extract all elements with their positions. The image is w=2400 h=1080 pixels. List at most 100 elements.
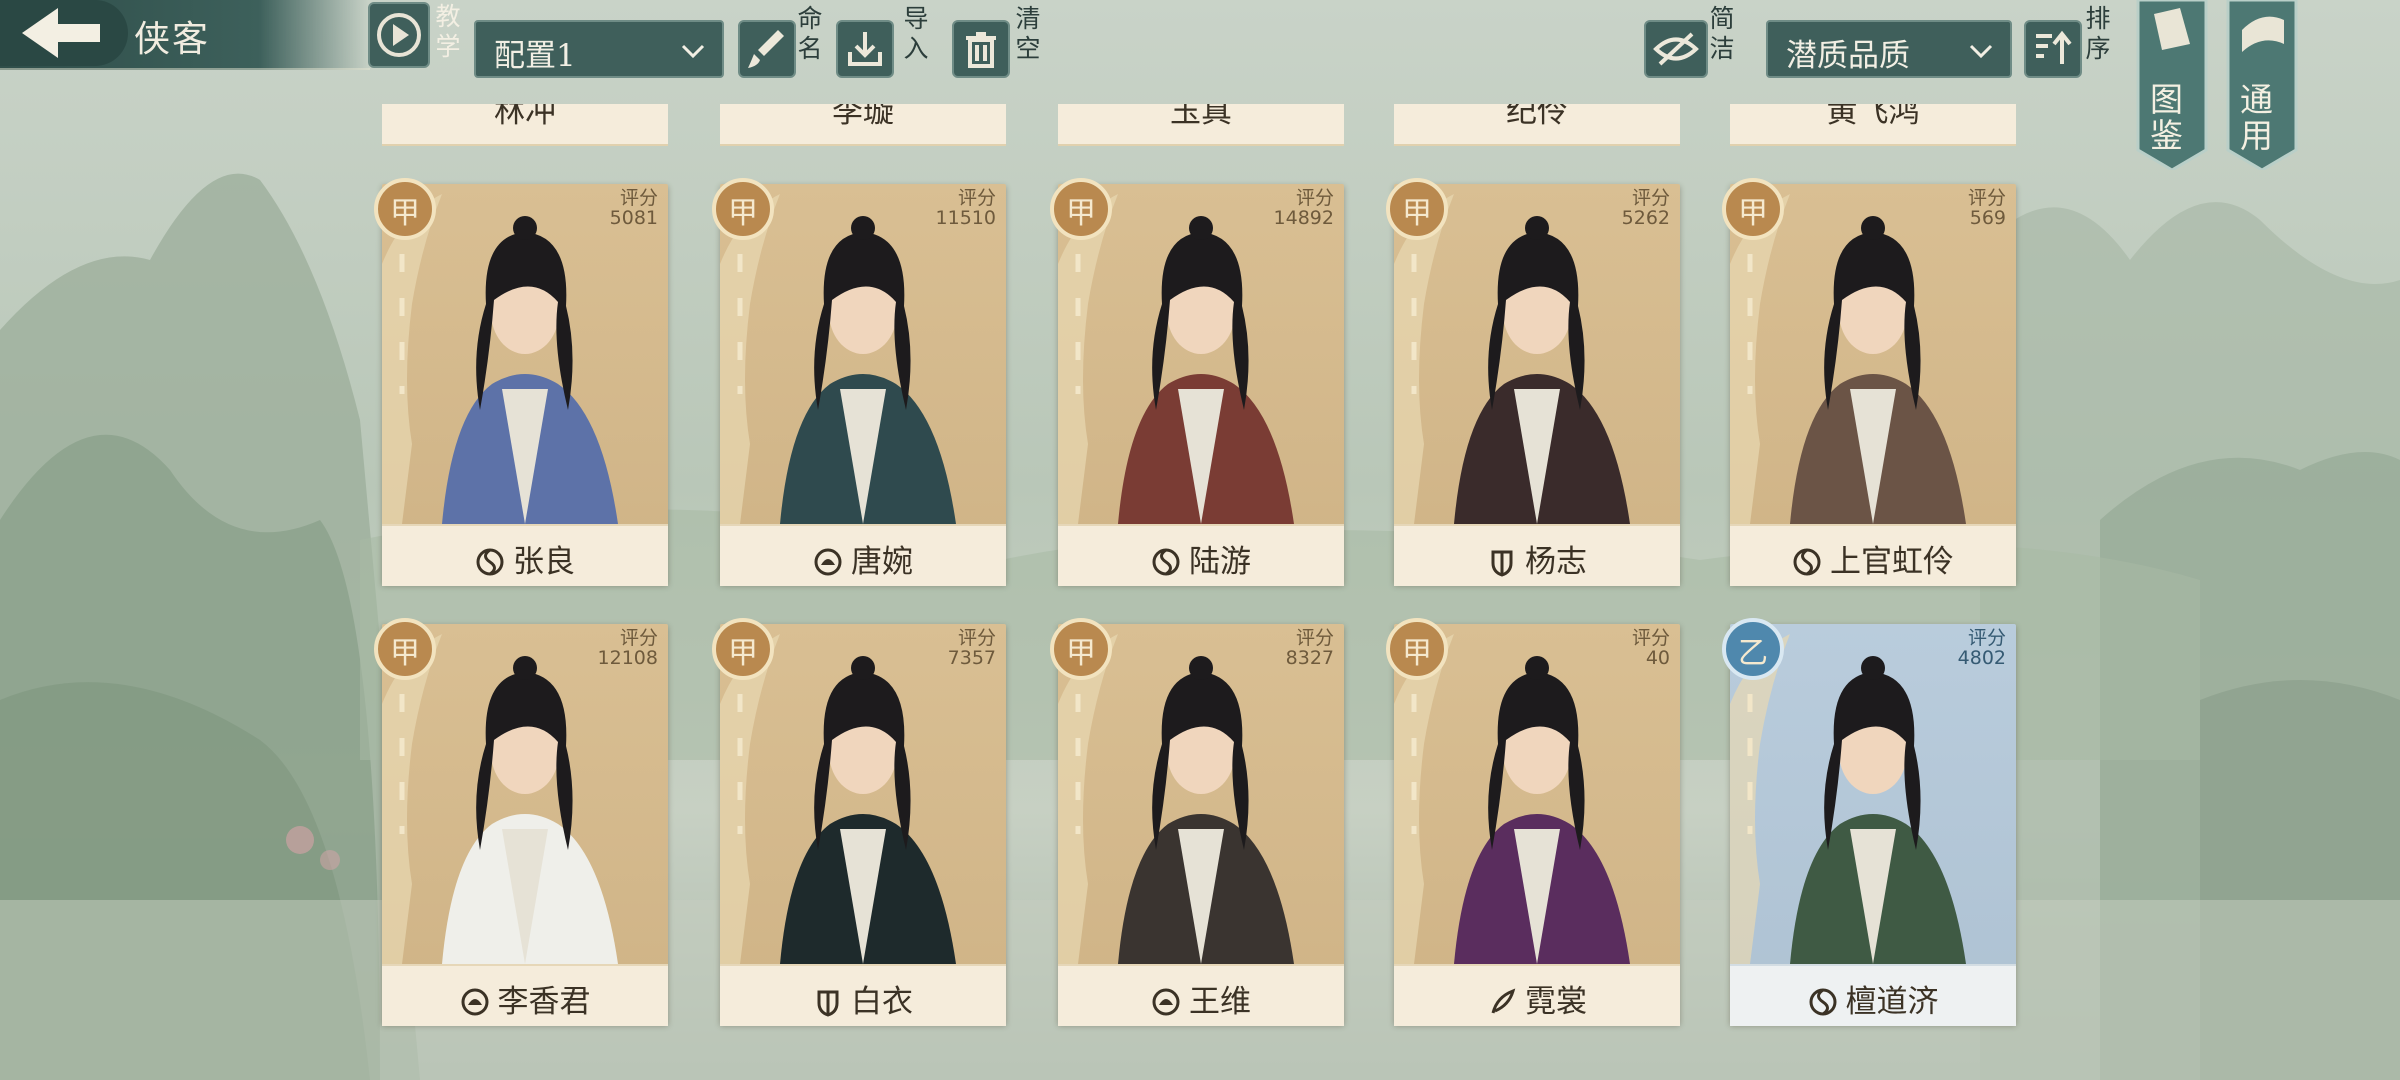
grade-text: 甲 <box>1738 196 1768 231</box>
general-label: 通用 <box>2240 80 2273 155</box>
grade-badge: 甲 <box>710 176 776 242</box>
back-button[interactable] <box>0 0 128 66</box>
score-box: 评分 569 <box>1968 188 2006 228</box>
score-box: 评分 4802 <box>1958 628 2006 668</box>
score-value: 12108 <box>597 647 658 669</box>
score-label: 评分 <box>619 187 658 209</box>
partial-card[interactable]: 林冲 <box>382 104 668 146</box>
shield-icon <box>817 990 839 1017</box>
hero-name: 檀道济 <box>1730 976 2016 1021</box>
hero-card[interactable]: 乙 评分 4802 檀道济 <box>1722 618 2016 1026</box>
download-icon <box>848 32 882 66</box>
score-box: 评分 40 <box>1632 628 1670 668</box>
lotus-icon <box>814 548 842 576</box>
general-button[interactable]: 通用 <box>2226 0 2298 170</box>
partial-card-name: 李璇 <box>832 104 894 130</box>
atlas-button[interactable]: 图鉴 <box>2136 0 2208 170</box>
score-label: 评分 <box>1967 627 2006 649</box>
hero-card[interactable]: 甲 评分 11510 唐婉 <box>712 178 1006 586</box>
hero-name: 霓裳 <box>1394 976 1680 1021</box>
config-value: 配置1 <box>494 38 576 74</box>
name-bar: 霓裳 <box>1394 964 1680 1026</box>
partial-card[interactable]: 李璇 <box>720 104 1006 146</box>
grade-text: 甲 <box>1066 196 1096 231</box>
clear-label: 清空 <box>1015 4 1041 63</box>
simple-view-button[interactable] <box>1644 20 1708 78</box>
score-label: 评分 <box>957 187 996 209</box>
hero-name: 杨志 <box>1394 536 1680 581</box>
grade-text: 甲 <box>728 636 758 671</box>
sort-label: 排序 <box>2085 4 2111 63</box>
name-bar: 张良 <box>382 524 668 586</box>
quality-select[interactable]: 潜质品质 <box>1766 20 2012 78</box>
score-label: 评分 <box>1967 187 2006 209</box>
partial-card-name: 玉真 <box>1170 104 1232 130</box>
config-select[interactable]: 配置1 <box>474 20 724 78</box>
grade-badge: 甲 <box>710 616 776 682</box>
lotus-icon <box>1152 988 1180 1016</box>
grade-badge: 甲 <box>1384 616 1450 682</box>
score-label: 评分 <box>1295 187 1334 209</box>
score-box: 评分 5081 <box>610 188 658 228</box>
partial-card-name: 林冲 <box>494 104 556 130</box>
chevron-down-icon <box>1969 44 1993 59</box>
rename-label: 命名 <box>797 4 823 63</box>
trash-icon <box>966 32 996 68</box>
hero-card[interactable]: 甲 评分 12108 李香君 <box>374 618 668 1026</box>
yinyang-icon <box>1809 988 1836 1016</box>
name-bar: 檀道济 <box>1730 964 2016 1026</box>
score-value: 7357 <box>947 647 996 669</box>
hero-card[interactable]: 甲 评分 7357 白衣 <box>712 618 1006 1026</box>
grade-text: 甲 <box>390 196 420 231</box>
import-button[interactable] <box>836 20 894 78</box>
score-box: 评分 14892 <box>1274 188 1334 228</box>
eye-hidden-icon <box>1653 32 1699 66</box>
import-label: 导入 <box>903 4 929 63</box>
hero-card[interactable]: 甲 评分 14892 陆游 <box>1050 178 1344 586</box>
grade-text: 甲 <box>390 636 420 671</box>
tutorial-button[interactable] <box>368 2 430 68</box>
grade-text: 甲 <box>728 196 758 231</box>
name-bar: 李香君 <box>382 964 668 1026</box>
feather-icon <box>1491 988 1516 1014</box>
name-bar: 陆游 <box>1058 524 1344 586</box>
sort-button[interactable] <box>2024 20 2082 78</box>
name-bar: 唐婉 <box>720 524 1006 586</box>
clear-button[interactable] <box>952 20 1010 78</box>
grade-badge: 甲 <box>1384 176 1450 242</box>
partial-card-name: 纪伶 <box>1506 104 1568 130</box>
grade-text: 甲 <box>1066 636 1096 671</box>
grade-text: 甲 <box>1402 196 1432 231</box>
hero-card[interactable]: 甲 评分 5081 张良 <box>374 178 668 586</box>
score-label: 评分 <box>957 627 996 649</box>
score-box: 评分 8327 <box>1286 628 1334 668</box>
hero-name: 张良 <box>382 536 668 581</box>
grade-badge: 甲 <box>372 616 438 682</box>
score-value: 5262 <box>1621 207 1670 229</box>
partial-card-name: 黄飞鸿 <box>1826 104 1920 130</box>
hero-card[interactable]: 甲 评分 8327 王维 <box>1050 618 1344 1026</box>
grade-badge: 甲 <box>1720 176 1786 242</box>
score-box: 评分 11510 <box>936 188 996 228</box>
score-label: 评分 <box>1631 627 1670 649</box>
score-value: 4802 <box>1957 647 2006 669</box>
partial-card[interactable]: 纪伶 <box>1394 104 1680 146</box>
score-value: 11510 <box>935 207 996 229</box>
hero-card[interactable]: 甲 评分 569 上官虹伶 <box>1722 178 2016 586</box>
hero-card[interactable]: 甲 评分 5262 杨志 <box>1386 178 1680 586</box>
page-title: 侠客 <box>134 19 211 60</box>
lotus-icon <box>461 988 488 1016</box>
hero-name: 白衣 <box>720 976 1006 1021</box>
grade-text: 乙 <box>1738 636 1768 671</box>
score-value: 8327 <box>1285 647 1334 669</box>
hero-name: 陆游 <box>1058 536 1344 581</box>
grade-badge: 甲 <box>1048 616 1114 682</box>
partial-card[interactable]: 玉真 <box>1058 104 1344 146</box>
score-label: 评分 <box>619 627 658 649</box>
score-value: 5081 <box>609 207 658 229</box>
back-arrow-icon <box>22 8 100 58</box>
rename-button[interactable] <box>738 20 796 78</box>
yinyang-icon <box>476 548 504 576</box>
hero-card[interactable]: 甲 评分 40 霓裳 <box>1386 618 1680 1026</box>
partial-card[interactable]: 黄飞鸿 <box>1730 104 2016 146</box>
